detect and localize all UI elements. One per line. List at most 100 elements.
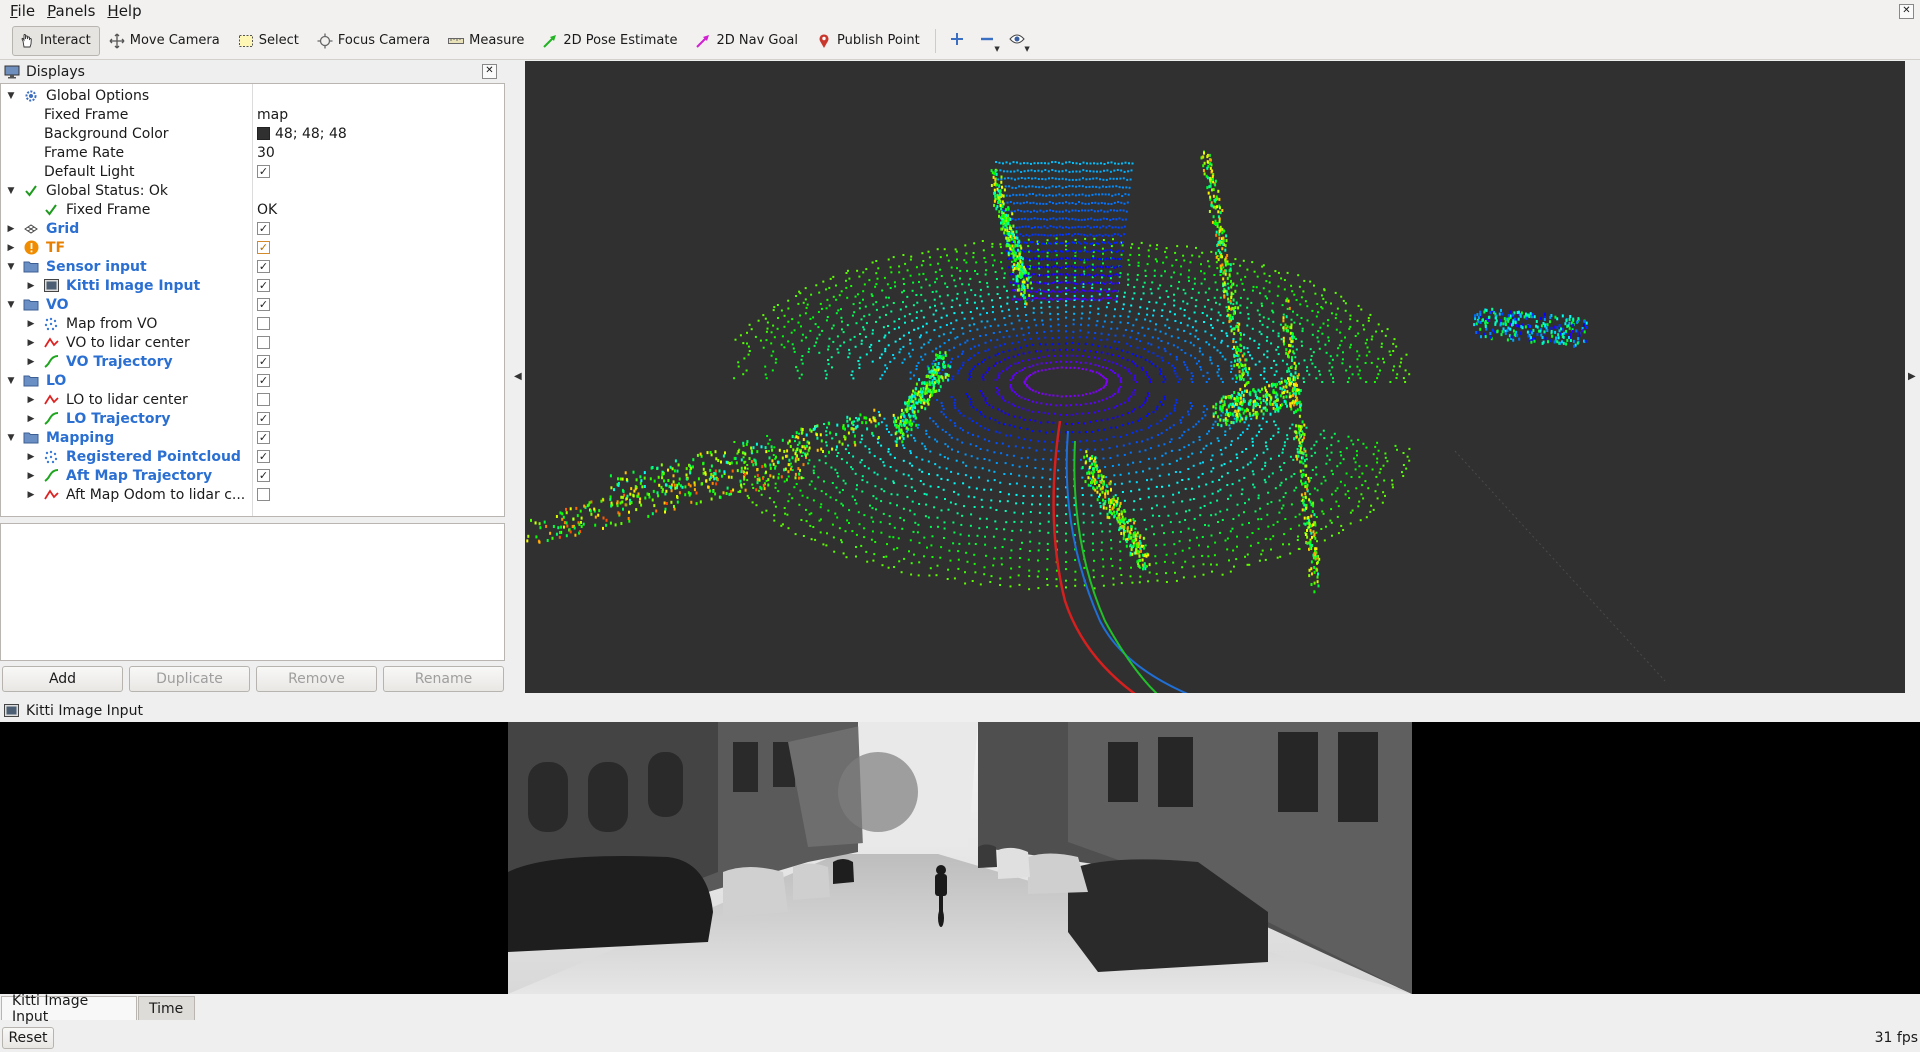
expand-arrow-icon[interactable]: ▼ xyxy=(6,300,16,310)
registered-pointcloud-checkbox[interactable]: ✓ xyxy=(257,450,270,463)
collapse-arrow-icon[interactable]: ▶ xyxy=(26,338,36,348)
lo-to-lidar-center-checkbox[interactable] xyxy=(257,393,270,406)
menu-help[interactable]: Help xyxy=(103,2,149,20)
view-tool-button[interactable]: ▼ xyxy=(1002,26,1032,56)
tab-kitti-image-input[interactable]: Kitti Image Input xyxy=(1,993,137,1025)
lo-trajectory-checkbox[interactable]: ✓ xyxy=(257,412,270,425)
measure-tool-button[interactable]: Measure xyxy=(441,26,533,56)
tree-row-default-light[interactable]: Default Light ✓ xyxy=(1,162,504,181)
tree-row-global-status[interactable]: ▼ Global Status: Ok xyxy=(1,181,504,200)
expand-arrow-icon[interactable]: ▼ xyxy=(6,262,16,272)
tree-row-global-options[interactable]: ▼ Global Options xyxy=(1,86,504,105)
vo-trajectory-checkbox[interactable]: ✓ xyxy=(257,355,270,368)
interact-tool-button[interactable]: Interact xyxy=(12,25,100,56)
collapse-left-arrow-icon[interactable]: ◀ xyxy=(514,371,522,382)
collapse-arrow-icon[interactable]: ▶ xyxy=(26,357,36,367)
tree-row-frame-rate[interactable]: Frame Rate 30 xyxy=(1,143,504,162)
toolbar-separator xyxy=(934,28,936,53)
collapse-right-arrow-icon[interactable]: ▶ xyxy=(1908,371,1916,382)
tree-row-registered-pointcloud[interactable]: ▶ Registered Pointcloud ✓ xyxy=(1,447,504,466)
focus-camera-tool-button[interactable]: Focus Camera xyxy=(310,26,439,56)
image-display-area xyxy=(0,722,1920,994)
expand-arrow-icon[interactable]: ▼ xyxy=(6,376,16,386)
tree-row-aft-map-trajectory[interactable]: ▶ Aft Map Trajectory ✓ xyxy=(1,466,504,485)
vo-checkbox[interactable]: ✓ xyxy=(257,298,270,311)
plus-icon xyxy=(950,32,964,50)
aft-map-odom-checkbox[interactable] xyxy=(257,488,270,501)
move-camera-tool-button[interactable]: Move Camera xyxy=(102,26,229,56)
collapse-arrow-icon[interactable]: ▶ xyxy=(6,243,16,253)
duplicate-display-button[interactable]: Duplicate xyxy=(129,666,250,692)
image-panel-close-button[interactable]: ✕ xyxy=(1899,4,1914,19)
fixed-frame-value[interactable]: map xyxy=(257,107,288,123)
fps-readout: 31 fps xyxy=(1874,1030,1918,1046)
checkmark-icon xyxy=(43,202,59,218)
collapse-arrow-icon[interactable]: ▶ xyxy=(26,414,36,424)
reset-button[interactable]: Reset xyxy=(2,1027,54,1049)
tree-row-vo[interactable]: ▼ VO ✓ xyxy=(1,295,504,314)
displays-panel: Displays ✕ ▼ Global Options Fixed Frame … xyxy=(0,61,505,694)
mapping-checkbox[interactable]: ✓ xyxy=(257,431,270,444)
rename-display-button[interactable]: Rename xyxy=(383,666,504,692)
collapse-arrow-icon[interactable]: ▶ xyxy=(26,319,36,329)
tree-row-lo-to-lidar-center[interactable]: ▶ LO to lidar center xyxy=(1,390,504,409)
tree-row-mapping[interactable]: ▼ Mapping ✓ xyxy=(1,428,504,447)
nav-goal-tool-button[interactable]: 2D Nav Goal xyxy=(688,26,807,56)
path-icon xyxy=(43,468,59,484)
folder-icon xyxy=(23,430,39,446)
tree-row-kitti-image-input[interactable]: ▶ Kitti Image Input ✓ xyxy=(1,276,504,295)
publish-point-tool-button[interactable]: Publish Point xyxy=(809,26,929,56)
monitor-icon xyxy=(4,65,20,79)
menu-panels[interactable]: Panels xyxy=(43,2,103,20)
collapse-arrow-icon[interactable]: ▶ xyxy=(6,224,16,234)
tf-checkbox[interactable]: ✓ xyxy=(257,241,270,254)
pose-estimate-tool-button[interactable]: 2D Pose Estimate xyxy=(535,26,686,56)
tree-row-status-fixed-frame[interactable]: Fixed Frame OK xyxy=(1,200,504,219)
select-tool-button[interactable]: Select xyxy=(231,26,308,56)
expand-arrow-icon[interactable]: ▼ xyxy=(6,91,16,101)
aft-map-trajectory-checkbox[interactable]: ✓ xyxy=(257,469,270,482)
remove-tool-button[interactable]: ▼ xyxy=(972,26,1002,56)
collapse-arrow-icon[interactable]: ▶ xyxy=(26,281,36,291)
frame-rate-value[interactable]: 30 xyxy=(257,145,275,161)
tree-row-sensor-input[interactable]: ▼ Sensor input ✓ xyxy=(1,257,504,276)
collapse-arrow-icon[interactable]: ▶ xyxy=(26,395,36,405)
3d-render-view[interactable] xyxy=(525,61,1905,693)
add-tool-button[interactable] xyxy=(942,26,972,56)
tree-row-vo-trajectory[interactable]: ▶ VO Trajectory ✓ xyxy=(1,352,504,371)
odometry-icon xyxy=(43,392,59,408)
kitti-image-input-checkbox[interactable]: ✓ xyxy=(257,279,270,292)
tree-row-background-color[interactable]: Background Color 48; 48; 48 xyxy=(1,124,504,143)
vo-to-lidar-center-checkbox[interactable] xyxy=(257,336,270,349)
collapse-arrow-icon[interactable]: ▶ xyxy=(26,452,36,462)
grid-checkbox[interactable]: ✓ xyxy=(257,222,270,235)
tab-time[interactable]: Time xyxy=(138,996,195,1020)
expand-arrow-icon[interactable]: ▼ xyxy=(6,186,16,196)
tree-row-vo-to-lidar-center[interactable]: ▶ VO to lidar center xyxy=(1,333,504,352)
tree-row-grid[interactable]: ▶ Grid ✓ xyxy=(1,219,504,238)
magenta-arrow-icon xyxy=(695,33,711,49)
tree-row-lo[interactable]: ▼ LO ✓ xyxy=(1,371,504,390)
tree-row-map-from-vo[interactable]: ▶ Map from VO xyxy=(1,314,504,333)
eye-icon xyxy=(1009,33,1025,49)
tree-row-aft-map-odom[interactable]: ▶ Aft Map Odom to lidar c... xyxy=(1,485,504,504)
remove-display-button[interactable]: Remove xyxy=(256,666,377,692)
collapse-arrow-icon[interactable]: ▶ xyxy=(26,490,36,500)
displays-close-button[interactable]: ✕ xyxy=(482,64,497,79)
tf-axis-line xyxy=(1454,450,1666,682)
folder-icon xyxy=(23,373,39,389)
background-color-value[interactable]: 48; 48; 48 xyxy=(257,126,347,142)
add-display-button[interactable]: Add xyxy=(2,666,123,692)
lo-checkbox[interactable]: ✓ xyxy=(257,374,270,387)
collapse-arrow-icon[interactable]: ▶ xyxy=(26,471,36,481)
default-light-checkbox[interactable]: ✓ xyxy=(257,165,270,178)
status-bar: Reset 31 fps xyxy=(0,1024,1920,1052)
expand-arrow-icon[interactable]: ▼ xyxy=(6,433,16,443)
menu-file[interactable]: File xyxy=(6,2,43,20)
tree-row-tf[interactable]: ▶ TF ✓ xyxy=(1,238,504,257)
tree-row-fixed-frame[interactable]: Fixed Frame map xyxy=(1,105,504,124)
map-from-vo-checkbox[interactable] xyxy=(257,317,270,330)
odometry-icon xyxy=(43,487,59,503)
tree-row-lo-trajectory[interactable]: ▶ LO Trajectory ✓ xyxy=(1,409,504,428)
sensor-input-checkbox[interactable]: ✓ xyxy=(257,260,270,273)
